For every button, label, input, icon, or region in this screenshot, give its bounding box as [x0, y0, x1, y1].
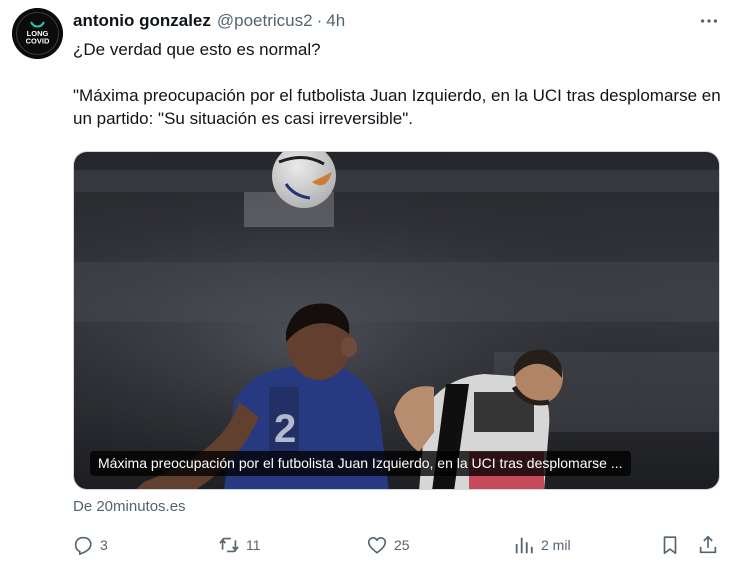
- tweet: LONG COVID antonio gonzalez @poetricus2 …: [0, 0, 740, 574]
- bookmark-icon: [663, 536, 677, 555]
- header-separator: ·: [316, 11, 323, 30]
- more-options-button[interactable]: [694, 8, 724, 34]
- avatar-logo-icon: LONG COVID: [12, 8, 63, 59]
- reply-icon: [74, 536, 92, 555]
- reply-count: 3: [100, 537, 108, 553]
- heart-icon: [367, 537, 387, 554]
- bookmark-button[interactable]: [659, 530, 681, 560]
- retweet-button[interactable]: 11: [218, 530, 261, 560]
- avatar[interactable]: LONG COVID: [12, 8, 63, 59]
- tweet-text-quote: "Máxima preocupación por el futbolista J…: [73, 86, 721, 128]
- author-handle[interactable]: @poetricus2: [217, 11, 313, 31]
- like-button[interactable]: 25: [366, 530, 410, 560]
- analytics-icon: [515, 537, 533, 554]
- link-card-image[interactable]: 2 Máxima preocupación por el futbolista …: [73, 151, 720, 490]
- tweet-timestamp[interactable]: 4h: [326, 11, 345, 31]
- reply-button[interactable]: 3: [72, 530, 108, 560]
- like-count: 25: [394, 537, 410, 553]
- retweet-icon: [219, 537, 239, 553]
- views-count: 2 mil: [541, 537, 571, 553]
- link-source[interactable]: De 20minutos.es: [73, 498, 186, 515]
- retweet-count: 11: [246, 537, 261, 553]
- more-horizontal-icon: [700, 19, 718, 23]
- tweet-header: antonio gonzalez @poetricus2 · 4h: [73, 10, 345, 32]
- views-button[interactable]: 2 mil: [513, 530, 571, 560]
- football-photo: 2: [74, 152, 719, 489]
- image-caption: Máxima preocupación por el futbolista Ju…: [90, 451, 631, 476]
- share-button[interactable]: [697, 530, 719, 560]
- tweet-text-line-1: ¿De verdad que esto es normal?: [73, 40, 321, 59]
- action-bar: 3 11 25 2 mil: [0, 530, 740, 560]
- avatar-text-covid: COVID: [26, 37, 50, 46]
- author-name[interactable]: antonio gonzalez: [73, 11, 211, 31]
- tweet-text: ¿De verdad que esto es normal? "Máxima p…: [73, 38, 723, 130]
- share-icon: [699, 535, 717, 554]
